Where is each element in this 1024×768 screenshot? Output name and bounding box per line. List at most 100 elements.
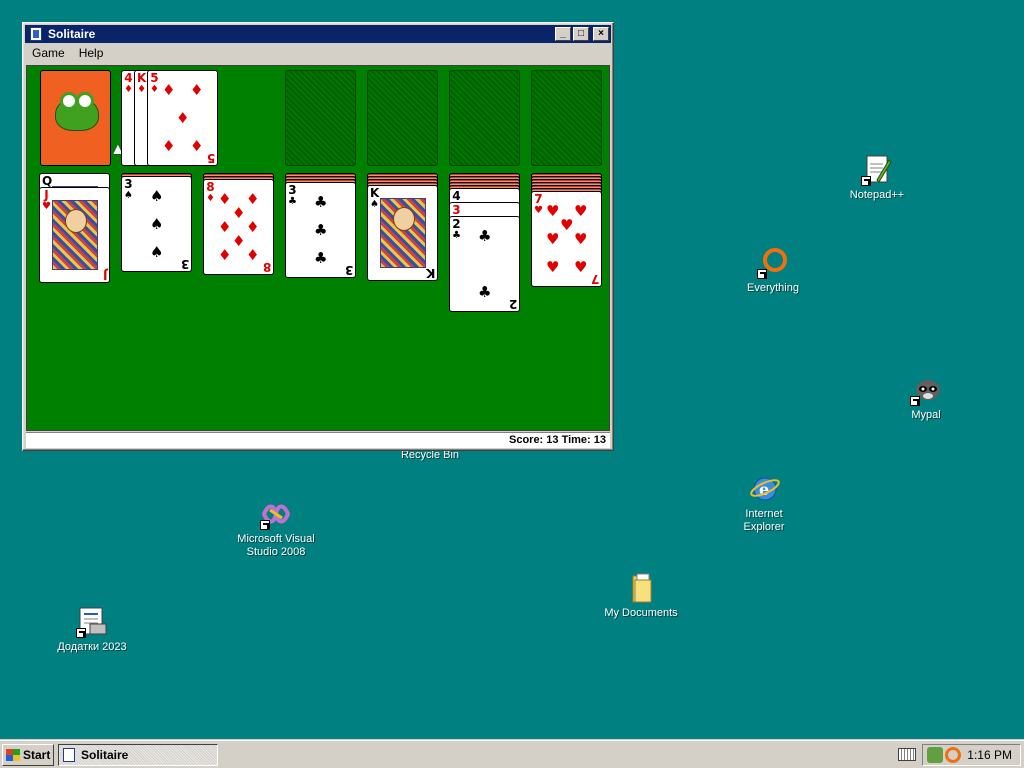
card-rank: K ♦ xyxy=(137,71,147,95)
shortcut-arrow-icon xyxy=(260,520,270,530)
notepad-icon xyxy=(861,154,893,186)
tableau-card[interactable]: 8 ♦ 8 ♦ ♦ ♦ ♦ ♦ ♦ ♦ ♦ xyxy=(203,179,274,275)
maximize-button[interactable]: □ xyxy=(573,27,589,41)
tableau-card[interactable]: K ♠ K xyxy=(367,185,438,281)
desktop-icon-label: My Documents xyxy=(604,607,678,619)
desktop-icon-label: Mypal xyxy=(911,409,941,421)
menu-game[interactable]: Game xyxy=(25,46,72,60)
foundation-slot-4[interactable] xyxy=(531,70,602,166)
card-rank: 3 ♣ xyxy=(288,183,297,207)
card-rank-bottom: 8 xyxy=(262,260,271,274)
card-pip: ♦ xyxy=(218,218,232,236)
start-label: Start xyxy=(23,748,51,762)
card-rank-bottom: 2 xyxy=(508,297,517,311)
taskbar-item-solitaire[interactable]: Solitaire xyxy=(58,744,218,766)
shortcut-arrow-icon xyxy=(910,396,920,406)
card-pip: ♥ xyxy=(546,202,560,220)
tableau-card[interactable]: 3 ♠ 3 ♠ ♠ ♠ xyxy=(121,176,192,272)
foundation-slot-2[interactable] xyxy=(367,70,438,166)
card-rank-bottom: 3 xyxy=(344,263,353,277)
card-rank: 4 ♦ xyxy=(124,71,133,95)
shortcut-arrow-icon xyxy=(757,269,767,279)
close-button[interactable]: × xyxy=(593,27,609,41)
keyboard-icon[interactable] xyxy=(898,748,916,761)
search-ring-icon[interactable] xyxy=(945,747,961,763)
desktop-icon-label: Notepad++ xyxy=(849,189,905,201)
raccoon-icon xyxy=(910,374,942,406)
card-rank: 3 ♠ xyxy=(124,177,133,201)
card-pip: ♥ xyxy=(546,230,560,248)
card-pip: ♦ xyxy=(218,190,232,208)
card-rank: K ♠ xyxy=(370,186,380,210)
desktop-icon-label: Microsoft Visual Studio 2008 xyxy=(237,533,315,558)
document-icon xyxy=(76,606,108,638)
solitaire-window: Solitaire _ □ × Game Help ▲ 4♦4♦♦♦♦K♦K5♦… xyxy=(22,22,614,451)
status-bar: Score: 13 Time: 13 xyxy=(26,432,610,448)
card-pip: ♥ xyxy=(574,202,588,220)
tray-app-icon[interactable] xyxy=(927,747,943,763)
foundation-slot-3[interactable] xyxy=(449,70,520,166)
card-pip: ♥ xyxy=(546,258,560,276)
foundation-slot-1[interactable] xyxy=(285,70,356,166)
desktop-icon-visual-studio[interactable]: Microsoft Visual Studio 2008 xyxy=(230,498,322,559)
card-rank: 7 ♥ xyxy=(534,192,543,216)
desktop-icon-dodatky[interactable]: Додатки 2023 xyxy=(47,606,137,654)
card-pip: ♠ xyxy=(150,243,164,261)
desktop-icon-internet-explorer[interactable]: e Internet Explorer xyxy=(719,447,809,547)
card-app-icon xyxy=(63,748,75,762)
card-rank-bottom: 3 xyxy=(180,257,189,271)
card-pip: ♥ xyxy=(574,258,588,276)
window-title: Solitaire xyxy=(48,27,96,41)
stock-deck[interactable]: ▲ xyxy=(40,70,126,166)
card-rank-bottom: J xyxy=(102,268,107,282)
menu-help[interactable]: Help xyxy=(72,46,111,60)
game-table: ▲ 4♦4♦♦♦♦K♦K5♦5♦♦♦♦♦ Q♣QJ♥J3♠3♠♠♠8♦8♦♦♦♦… xyxy=(26,65,610,431)
taskbar: Start Solitaire 1:16 PM xyxy=(0,740,1024,768)
taskbar-item-label: Solitaire xyxy=(81,748,129,762)
card-pip: ♦ xyxy=(162,81,176,99)
card-pip: ♦ xyxy=(232,204,246,222)
frog-icon xyxy=(55,92,99,131)
card-rank-bottom: 7 xyxy=(590,272,599,286)
card-rank: 5 ♦ xyxy=(150,71,159,95)
desktop-icon-mypal[interactable]: Mypal xyxy=(881,374,971,422)
waste-card[interactable]: 5 ♦ 5 ♦ ♦ ♦ ♦ ♦ xyxy=(147,70,218,166)
menu-bar: Game Help xyxy=(25,43,611,62)
desktop-icon-label: Internet Explorer xyxy=(743,508,785,533)
card-app-icon xyxy=(30,27,42,41)
desktop-icon-everything[interactable]: Everything xyxy=(728,247,818,295)
minimize-button[interactable]: _ xyxy=(555,27,571,41)
start-button[interactable]: Start xyxy=(2,744,54,766)
card-rank-bottom: K xyxy=(425,266,435,280)
court-card-face xyxy=(52,200,98,270)
visual-studio-icon xyxy=(260,498,292,530)
tableau-card[interactable]: 7 ♥ 7 ♥ ♥ ♥ ♥ ♥ ♥ ♥ xyxy=(531,191,602,287)
card-rank: J ♥ xyxy=(42,188,51,212)
clock[interactable]: 1:16 PM xyxy=(967,748,1020,762)
tableau-card[interactable]: 3 ♣ 3 ♣ ♣ ♣ xyxy=(285,182,356,278)
desktop-icon-notepadpp[interactable]: Notepad++ xyxy=(832,154,922,202)
tableau-card[interactable]: 2 ♣ 2 ♣ ♣ xyxy=(449,216,520,312)
desktop-icon-my-documents[interactable]: My Documents xyxy=(596,572,686,620)
desktop-icon-label: Everything xyxy=(747,282,799,294)
card-rank: 2 ♣ xyxy=(452,217,461,241)
card-pip: ♥ xyxy=(560,216,574,234)
card-pip: ♣ xyxy=(314,221,328,239)
shortcut-arrow-icon xyxy=(861,176,871,186)
card-pip: ♣ xyxy=(478,227,492,245)
card-pip: ♠ xyxy=(150,215,164,233)
card-pip: ♥ xyxy=(574,230,588,248)
card-pip: ♦ xyxy=(232,232,246,250)
card-pip: ♣ xyxy=(314,249,328,267)
card-pip: ♦ xyxy=(162,137,176,155)
score-time: Score: 13 Time: 13 xyxy=(508,434,606,446)
tableau-card[interactable]: J ♥ J xyxy=(39,187,110,283)
card-rank: 8 ♦ xyxy=(206,180,215,204)
card-rank-bottom: 5 xyxy=(206,151,215,165)
folder-icon xyxy=(625,572,657,604)
shortcut-arrow-icon xyxy=(76,628,86,638)
title-bar[interactable]: Solitaire _ □ × xyxy=(25,25,611,43)
card-pip: ♦ xyxy=(218,246,232,264)
card-pip: ♣ xyxy=(314,193,328,211)
internet-explorer-icon: e xyxy=(748,460,780,501)
